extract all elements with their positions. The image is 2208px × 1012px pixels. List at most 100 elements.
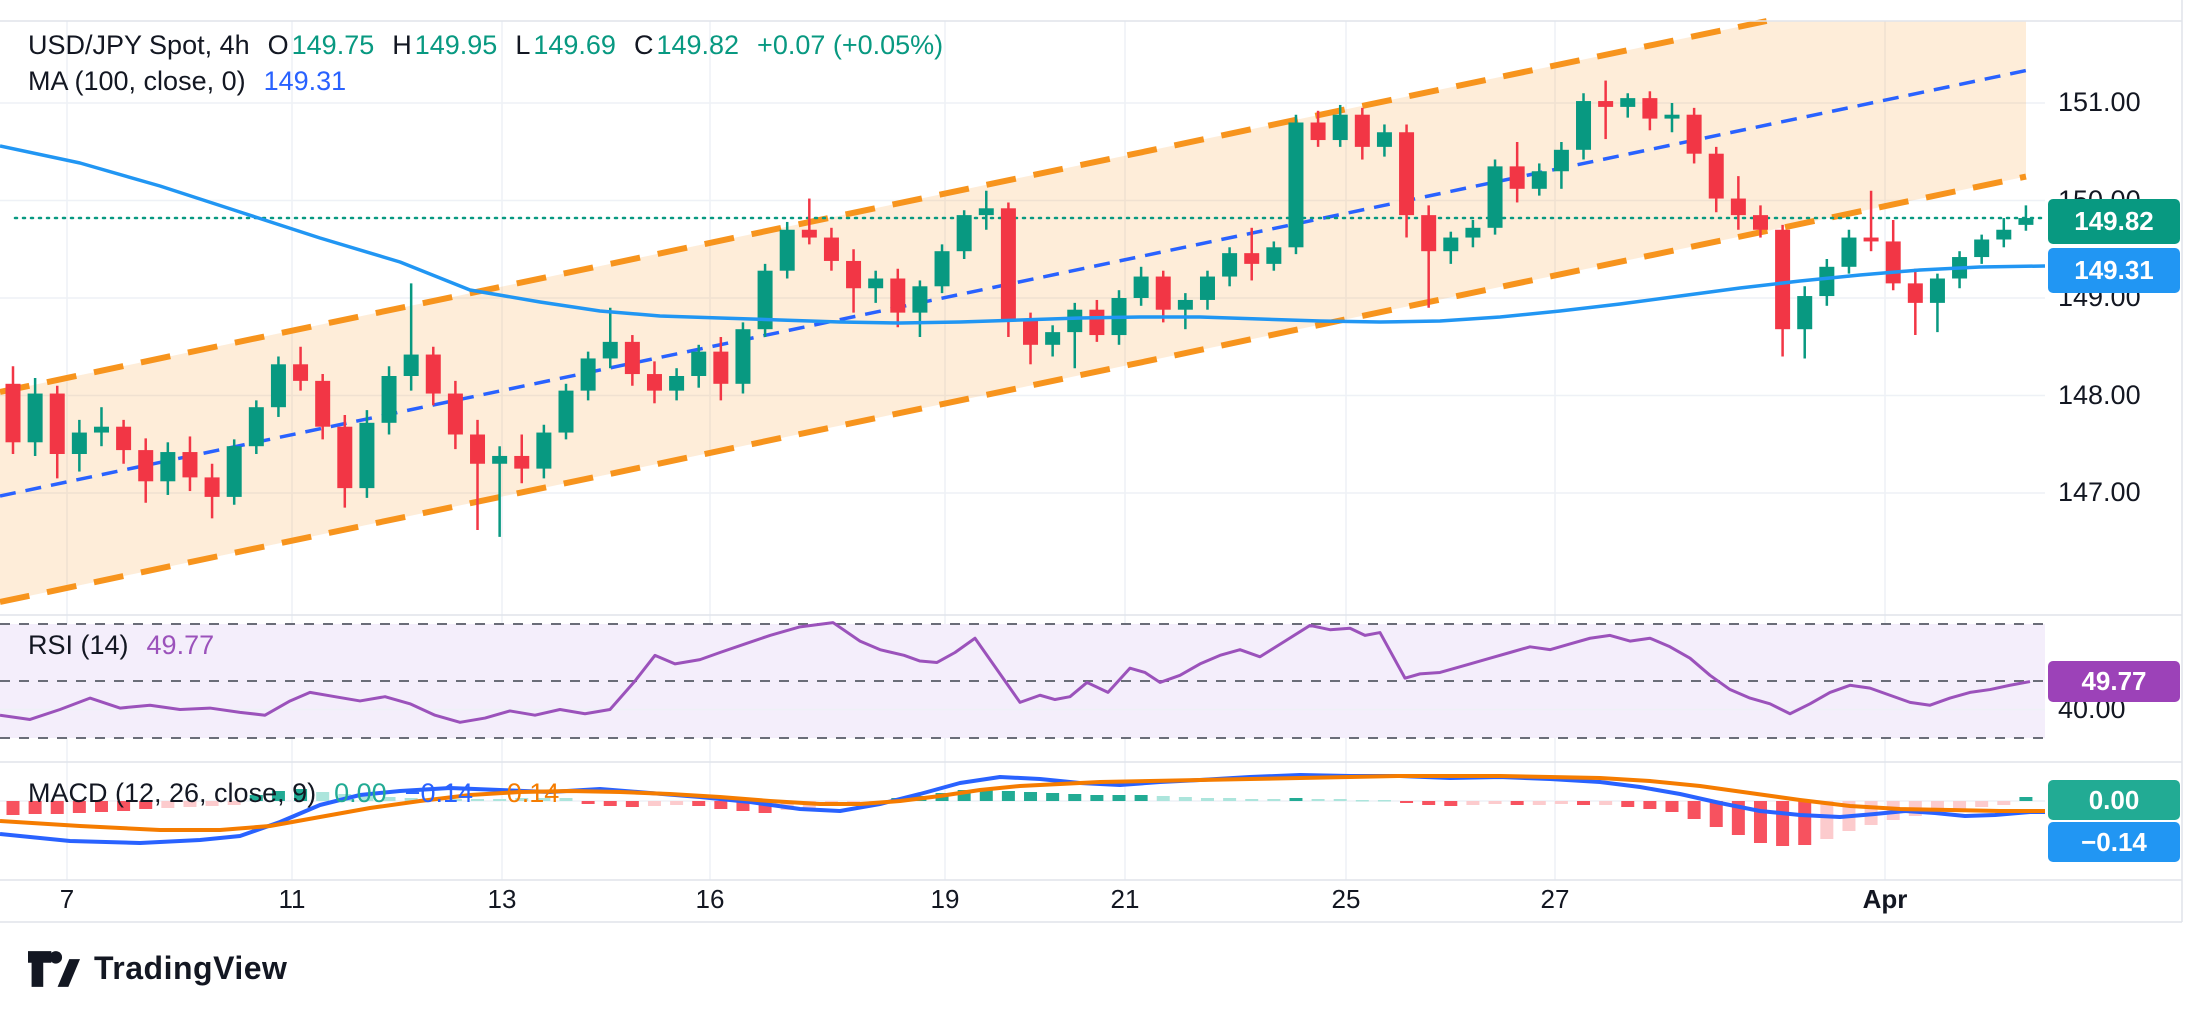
time-axis-label: 19: [931, 884, 960, 915]
candle-body: [669, 376, 684, 391]
candle-body: [603, 342, 618, 359]
candle-body: [1775, 230, 1790, 329]
candle-body: [559, 391, 574, 433]
candle-body: [1841, 238, 1856, 267]
macd-signal-value: −0.14: [491, 778, 559, 809]
candle-body: [1465, 228, 1480, 238]
macd-hist-bar: [1798, 801, 1811, 845]
macd-hist-bar: [1157, 796, 1170, 801]
macd-hist-bar: [1555, 801, 1568, 804]
ohlc-close: C149.82: [634, 30, 739, 61]
candle-body: [382, 376, 397, 423]
chart-canvas[interactable]: [0, 0, 2208, 1012]
candle-body: [1864, 238, 1879, 242]
price-axis-label: 147.00: [2058, 477, 2141, 508]
macd-hist-bar: [1334, 799, 1347, 801]
macd-hist-bar: [1179, 797, 1192, 801]
ohlc-high: H149.95: [392, 30, 497, 61]
ohlc-open: O149.75: [268, 30, 375, 61]
macd-hist-bar: [1245, 799, 1258, 801]
macd-hist-bar: [1688, 801, 1701, 819]
candle-body: [824, 238, 839, 261]
rsi-value: 49.77: [147, 630, 215, 661]
macd-hist-bar: [1533, 801, 1546, 805]
time-axis-label: 21: [1111, 884, 1140, 915]
candle-body: [227, 446, 242, 497]
macd-hist-bar: [1378, 800, 1391, 802]
candle-body: [426, 355, 441, 394]
brand-name: TradingView: [94, 950, 287, 987]
macd-hist-bar: [1113, 795, 1126, 801]
macd-hist-bar: [1201, 798, 1214, 801]
candle-body: [1797, 296, 1812, 329]
macd-hist-bar: [1621, 801, 1634, 807]
candle-body: [2018, 218, 2033, 225]
candle-body: [116, 427, 131, 450]
macd-hist-bar: [648, 801, 661, 806]
brand-footer[interactable]: TradingView: [28, 950, 287, 987]
ma-price-badge: 149.31: [2048, 248, 2180, 293]
candle-body: [315, 381, 330, 427]
candle-body: [1488, 166, 1503, 227]
candle-body: [1200, 277, 1215, 300]
candle-body: [1134, 277, 1149, 298]
candle-body: [1665, 115, 1680, 119]
time-axis-label: 11: [279, 884, 306, 915]
macd-hist-bar: [7, 801, 20, 815]
time-axis-label: 25: [1332, 884, 1361, 915]
candle-body: [1908, 283, 1923, 303]
macd-hist-bar: [1820, 801, 1833, 839]
candle-body: [935, 251, 950, 286]
candle-body: [1045, 332, 1060, 345]
symbol-title: USD/JPY Spot, 4h: [28, 30, 250, 61]
candle-body: [868, 279, 883, 289]
candle-body: [1333, 115, 1348, 140]
candle-body: [1731, 199, 1746, 216]
candle-body: [1355, 115, 1370, 147]
macd-hist-bar: [1068, 794, 1081, 801]
macd-hist-bar: [1489, 801, 1502, 804]
macd-hist-badge: 0.00: [2048, 780, 2180, 820]
ohlc-low: L149.69: [515, 30, 616, 61]
candle-body: [138, 450, 153, 481]
change-value: +0.07 (+0.05%): [757, 30, 943, 61]
candle-body: [536, 433, 551, 469]
chart-window: USD/JPY Spot, 4h O149.75 H149.95 L149.69…: [0, 0, 2208, 1012]
candle-body: [1023, 319, 1038, 344]
macd-legend[interactable]: MACD (12, 26, close, 9) 0.00 −0.14 −0.14: [28, 778, 559, 809]
ma-legend[interactable]: MA (100, close, 0) 149.31: [28, 66, 346, 97]
candle-body: [1001, 208, 1016, 319]
macd-line-value: −0.14: [405, 778, 473, 809]
candle-body: [1377, 132, 1392, 147]
candle-body: [846, 261, 861, 288]
candle-body: [1421, 215, 1436, 251]
candle-body: [979, 208, 994, 215]
time-axis-label: 7: [60, 884, 74, 915]
symbol-legend[interactable]: USD/JPY Spot, 4h O149.75 H149.95 L149.69…: [28, 30, 943, 61]
macd-line-badge: −0.14: [2048, 822, 2180, 862]
macd-hist-bar: [604, 801, 617, 806]
candle-body: [160, 452, 175, 481]
time-axis-label: 13: [488, 884, 517, 915]
candle-body: [1399, 132, 1414, 215]
rsi-legend[interactable]: RSI (14) 49.77: [28, 630, 214, 661]
candle-body: [514, 456, 529, 469]
candle-body: [890, 279, 905, 313]
macd-hist-bar: [714, 801, 727, 809]
macd-hist-bar: [626, 801, 639, 807]
rsi-badge: 49.77: [2048, 661, 2180, 702]
macd-hist-bar: [1400, 801, 1413, 803]
candle-body: [249, 407, 264, 446]
macd-hist-bar: [1577, 801, 1590, 805]
macd-hist-bar: [1643, 801, 1656, 809]
candle-body: [72, 433, 87, 454]
candle-body: [205, 477, 220, 497]
candle-body: [1819, 267, 1834, 296]
macd-hist-bar: [1267, 799, 1280, 801]
tradingview-logo-icon: [28, 951, 80, 987]
candle-body: [1687, 115, 1702, 154]
macd-hist-bar: [560, 798, 573, 801]
price-axis-label: 148.00: [2058, 379, 2141, 410]
macd-hist-bar: [582, 801, 595, 804]
candle-body: [1288, 123, 1303, 248]
